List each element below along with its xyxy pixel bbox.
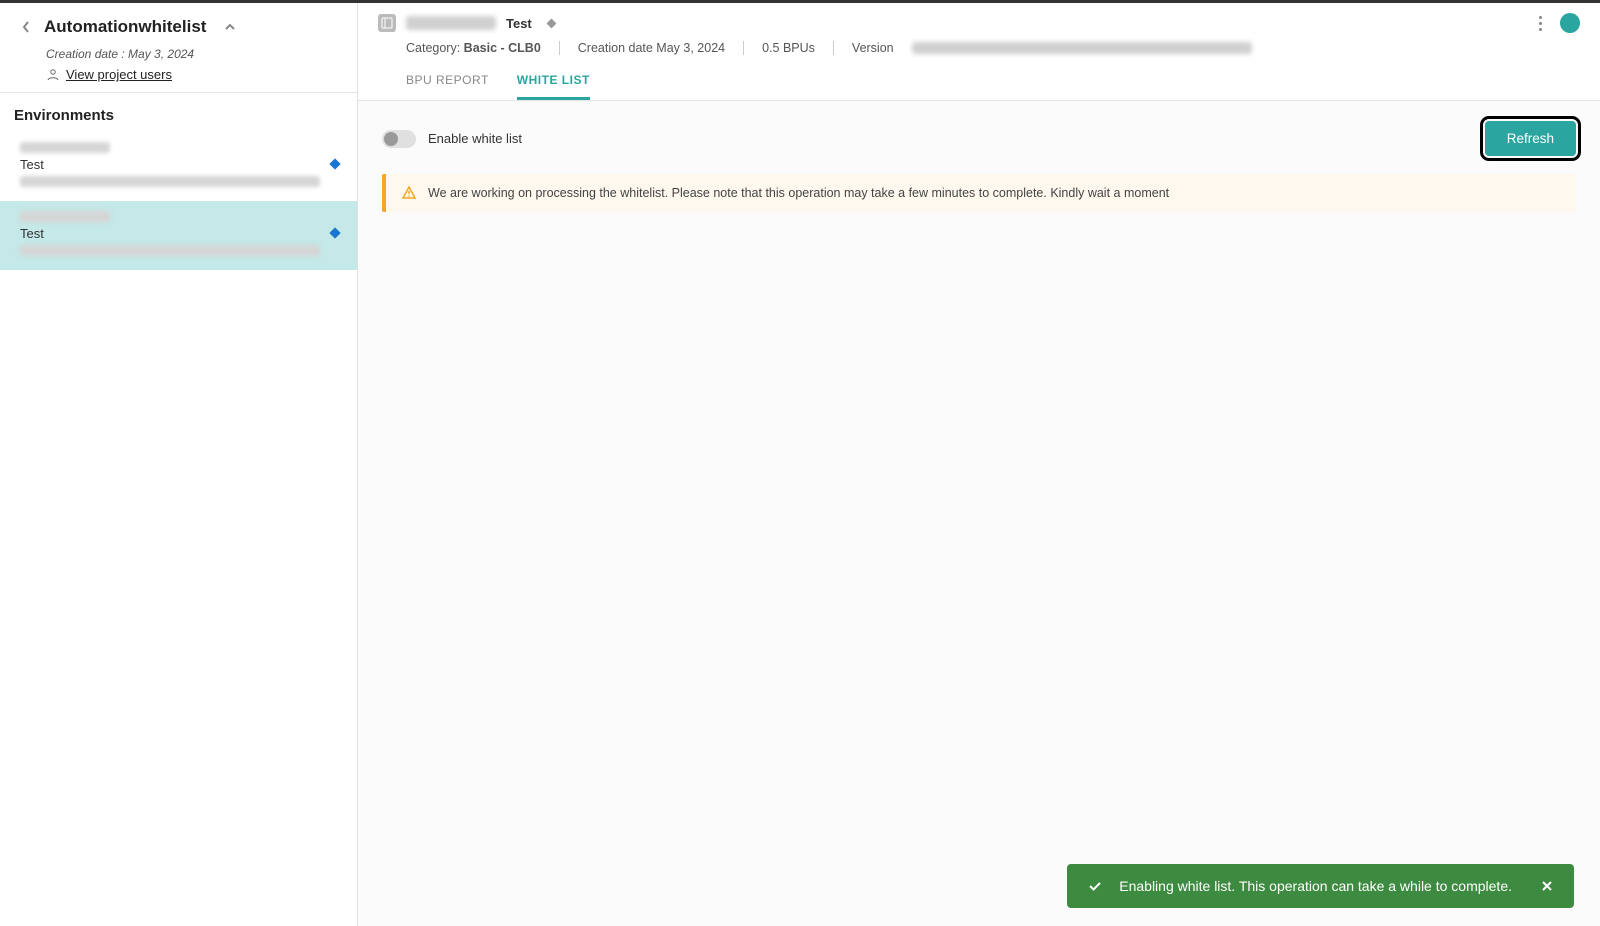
back-button[interactable] (18, 19, 34, 35)
collapse-sidebar-button[interactable] (378, 14, 396, 32)
close-icon[interactable] (1540, 879, 1554, 893)
environments-title: Environments (14, 107, 353, 124)
tab-white-list[interactable]: WHITE LIST (517, 73, 590, 100)
divider (833, 41, 834, 55)
project-caret[interactable] (222, 19, 238, 35)
success-toast: Enabling white list. This operation can … (1067, 864, 1574, 908)
environment-type: Test (20, 157, 339, 172)
warning-icon (402, 186, 416, 200)
redacted-text (20, 245, 320, 256)
toggle-knob (384, 132, 398, 146)
environment-type: Test (20, 226, 339, 241)
environment-item[interactable]: Test (0, 201, 357, 270)
sidebar: Automationwhitelist Creation date : May … (0, 3, 358, 926)
environment-item[interactable]: Test (0, 132, 357, 201)
redacted-text (20, 142, 110, 153)
environments-section-header: Environments (0, 93, 357, 132)
diamond-icon (546, 18, 556, 28)
enable-whitelist-toggle[interactable] (382, 130, 416, 148)
sidebar-header: Automationwhitelist Creation date : May … (0, 3, 357, 93)
redacted-text (20, 211, 110, 222)
more-actions-button[interactable] (1532, 13, 1548, 33)
creation-date-label: Creation date : May 3, 2024 (46, 47, 339, 61)
chevron-left-icon (21, 20, 31, 34)
enable-whitelist-label: Enable white list (428, 131, 522, 146)
user-icon (46, 68, 60, 82)
main-panel: Test Category: Basic - CLB0 Creation dat… (358, 3, 1600, 926)
alert-message: We are working on processing the whiteli… (428, 186, 1169, 200)
view-project-users-link[interactable]: View project users (66, 67, 172, 82)
header-meta: Category: Basic - CLB0 Creation date May… (406, 41, 1580, 55)
view-users-row: View project users (46, 67, 339, 82)
panel-left-icon (381, 17, 393, 29)
user-avatar[interactable] (1560, 13, 1580, 33)
tabs: BPU REPORT WHITE LIST (406, 73, 1580, 100)
bpus-text: 0.5 BPUs (762, 41, 815, 55)
whitelist-content: Enable white list Refresh We are working… (358, 100, 1600, 926)
check-icon (1087, 878, 1103, 894)
divider (743, 41, 744, 55)
category-text: Category: Basic - CLB0 (406, 41, 541, 55)
project-title: Automationwhitelist (44, 17, 206, 37)
environment-badge: Test (506, 16, 532, 31)
redacted-text (406, 16, 496, 30)
toast-message: Enabling white list. This operation can … (1119, 878, 1512, 894)
version-label: Version (852, 41, 894, 55)
topbar: Test Category: Basic - CLB0 Creation dat… (358, 3, 1600, 100)
refresh-button[interactable]: Refresh (1485, 121, 1576, 156)
processing-alert: We are working on processing the whiteli… (382, 174, 1576, 212)
redacted-text (912, 42, 1252, 54)
chevron-up-icon (224, 23, 236, 31)
creation-date-text: Creation date May 3, 2024 (578, 41, 725, 55)
divider (559, 41, 560, 55)
tab-bpu-report[interactable]: BPU REPORT (406, 73, 489, 100)
redacted-text (20, 176, 320, 187)
